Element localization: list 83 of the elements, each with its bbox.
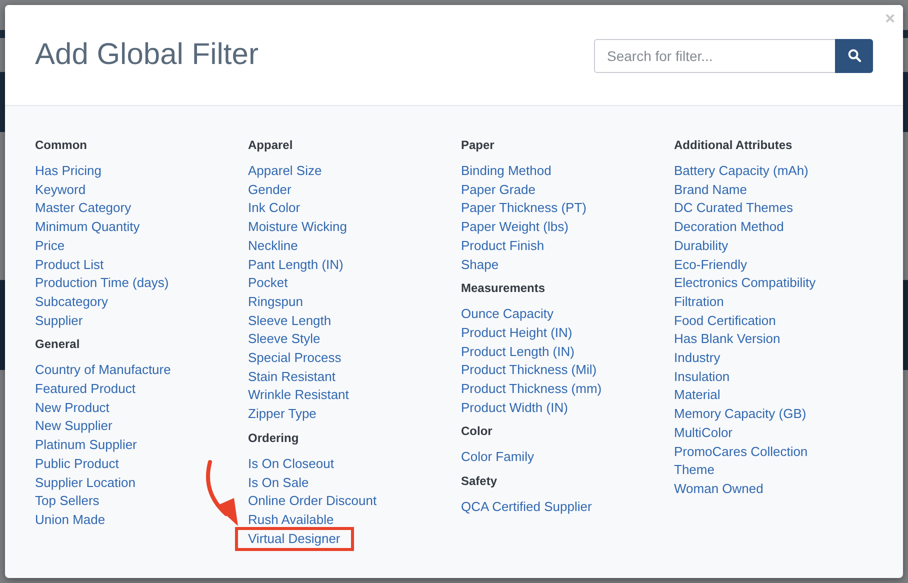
filter-link[interactable]: Pant Length (IN) — [248, 256, 344, 274]
filter-link[interactable]: Featured Product — [35, 380, 136, 399]
filter-link[interactable]: Virtual Designer — [238, 530, 352, 548]
dialog-title: Add Global Filter — [35, 38, 260, 72]
filter-link[interactable]: Color Family — [461, 448, 534, 468]
filter-link[interactable]: QCA Certified Supplier — [461, 498, 592, 517]
filter-link[interactable]: Is On Closeout — [248, 454, 334, 474]
filter-link[interactable]: Material — [674, 386, 720, 406]
section-heading: Paper — [461, 137, 496, 153]
arrow-annotation — [206, 460, 238, 526]
section-heading: Common — [35, 137, 88, 153]
filter-link[interactable]: Paper Grade — [461, 180, 536, 200]
filter-link[interactable]: Insulation — [674, 368, 730, 386]
filter-link[interactable]: Shape — [461, 256, 499, 274]
filter-link[interactable]: Pocket — [248, 274, 288, 293]
filter-link[interactable]: Neckline — [248, 236, 298, 256]
filter-link[interactable]: Top Sellers — [35, 492, 100, 511]
filter-link[interactable]: Has Pricing — [35, 162, 102, 181]
filter-link[interactable]: Is On Sale — [248, 474, 309, 492]
filter-link[interactable]: Decoration Method — [674, 218, 784, 237]
search-button[interactable] — [835, 38, 873, 72]
filter-link[interactable]: Brand Name — [674, 180, 747, 200]
filter-link[interactable]: Public Product — [35, 454, 119, 474]
filter-link[interactable]: DC Curated Themes — [674, 199, 793, 218]
filter-link[interactable]: Food Certification — [674, 312, 776, 330]
filter-link[interactable]: New Supplier — [35, 417, 112, 436]
filter-link[interactable]: Supplier Location — [35, 474, 136, 492]
filter-link[interactable]: Moisture Wicking — [248, 218, 347, 237]
filter-link[interactable]: Durability — [674, 236, 728, 256]
filter-link[interactable]: Product Thickness (mm) — [461, 380, 602, 399]
filter-link[interactable]: Woman Owned — [674, 480, 764, 499]
filter-link[interactable]: Ringspun — [248, 292, 303, 312]
filter-link[interactable]: MultiColor — [674, 424, 733, 443]
filter-link[interactable]: Filtration — [674, 292, 724, 312]
search-icon — [848, 49, 860, 62]
section-heading: Additional Attributes — [674, 137, 794, 153]
filter-link[interactable]: Wrinkle Resistant — [248, 386, 349, 406]
filter-link[interactable]: Platinum Supplier — [35, 436, 137, 455]
section-heading: Ordering — [248, 430, 300, 446]
filter-link[interactable]: Gender — [248, 180, 292, 200]
filter-link[interactable]: Electronics Compatibility — [674, 274, 816, 293]
section-heading: Safety — [461, 473, 498, 490]
filter-link[interactable]: Eco-Friendly — [674, 256, 747, 274]
filter-link[interactable]: Industry — [674, 349, 720, 368]
filter-link[interactable]: Binding Method — [461, 162, 552, 181]
filter-link[interactable]: Online Order Discount — [248, 492, 377, 511]
section-heading: Measurements — [461, 280, 546, 296]
filter-link[interactable]: Sleeve Style — [248, 330, 320, 350]
filter-link[interactable]: Special Process — [248, 349, 342, 368]
filter-link[interactable]: Theme — [674, 461, 714, 480]
section-heading: General — [35, 336, 81, 352]
filter-link[interactable]: Product List — [35, 256, 104, 274]
filter-link[interactable]: Paper Thickness (PT) — [461, 199, 586, 218]
filter-link[interactable]: New Product — [35, 398, 110, 418]
filter-link[interactable]: Supplier — [35, 312, 83, 330]
filter-link[interactable]: Zipper Type — [248, 405, 316, 424]
section-heading: Color — [461, 423, 494, 440]
section-heading: Apparel — [248, 137, 294, 153]
filter-link[interactable]: Ink Color — [248, 199, 300, 218]
filter-link[interactable]: Ounce Capacity — [461, 305, 554, 324]
filter-link[interactable]: Apparel Size — [248, 162, 322, 181]
filter-link[interactable]: PromoCares Collection — [674, 442, 808, 462]
filter-link[interactable]: Subcategory — [35, 292, 108, 312]
search-field[interactable]: Search for filter... — [594, 38, 835, 72]
filter-link[interactable]: Product Length (IN) — [461, 342, 574, 362]
filter-link[interactable]: Product Thickness (Mil) — [461, 361, 597, 380]
filter-link[interactable]: Memory Capacity (GB) — [674, 405, 806, 424]
filter-link[interactable]: Production Time (days) — [35, 274, 169, 293]
filter-link[interactable]: Country of Manufacture — [35, 361, 171, 380]
filter-link[interactable]: Minimum Quantity — [35, 218, 140, 237]
filter-link[interactable]: Price — [35, 236, 65, 256]
filter-link[interactable]: Product Finish — [461, 236, 544, 256]
filter-link[interactable]: Battery Capacity (mAh) — [674, 162, 808, 181]
filter-link[interactable]: Paper Weight (lbs) — [461, 218, 568, 237]
filter-link[interactable]: Master Category — [35, 199, 132, 218]
filter-link[interactable]: Rush Available — [248, 510, 334, 530]
filter-link[interactable]: Product Width (IN) — [461, 398, 568, 418]
filter-link[interactable]: Sleeve Length — [248, 312, 332, 330]
filter-link[interactable]: Keyword — [35, 180, 86, 200]
filter-link[interactable]: Has Blank Version — [674, 330, 780, 350]
filter-link[interactable]: Union Made — [35, 510, 106, 530]
filter-link[interactable]: Product Height (IN) — [461, 324, 572, 343]
filter-link[interactable]: Stain Resistant — [248, 368, 336, 386]
